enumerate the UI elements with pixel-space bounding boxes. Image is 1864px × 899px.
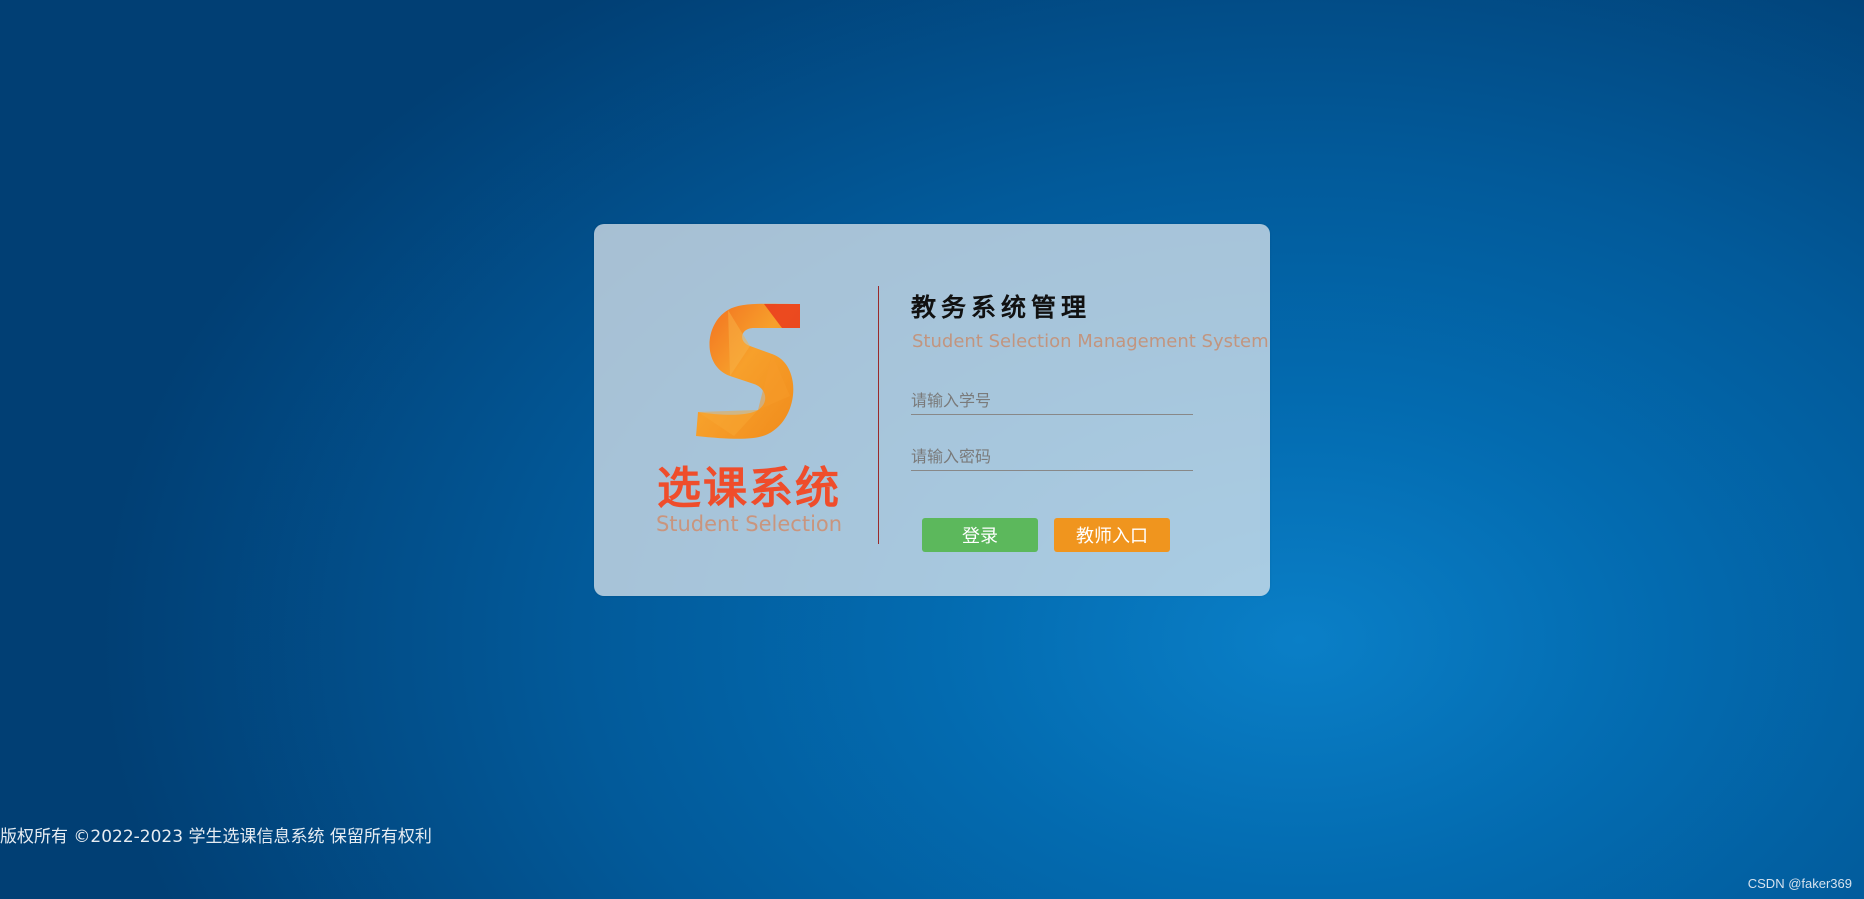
student-id-input[interactable] [911,386,1193,415]
logo-title-en: Student Selection [655,512,843,536]
watermark: CSDN @faker369 [1747,876,1852,891]
s-logo-icon [696,303,800,439]
teacher-entrance-button[interactable]: 教师入口 [1054,518,1170,552]
login-card: 选课系统 Student Selection 教务系统管理 Student Se… [594,224,1270,596]
form-title-cn: 教务系统管理 [911,293,1092,322]
logo-title-cn: 选课系统 [657,463,841,514]
password-input[interactable] [911,442,1193,471]
footer-copyright: 版权所有 ©2022-2023 学生选课信息系统 保留所有权利 [0,827,432,847]
login-button[interactable]: 登录 [922,518,1038,552]
vertical-divider [878,286,879,544]
form-title-en: Student Selection Management System [912,331,1269,352]
logo-area: 选课系统 Student Selection [594,224,878,596]
